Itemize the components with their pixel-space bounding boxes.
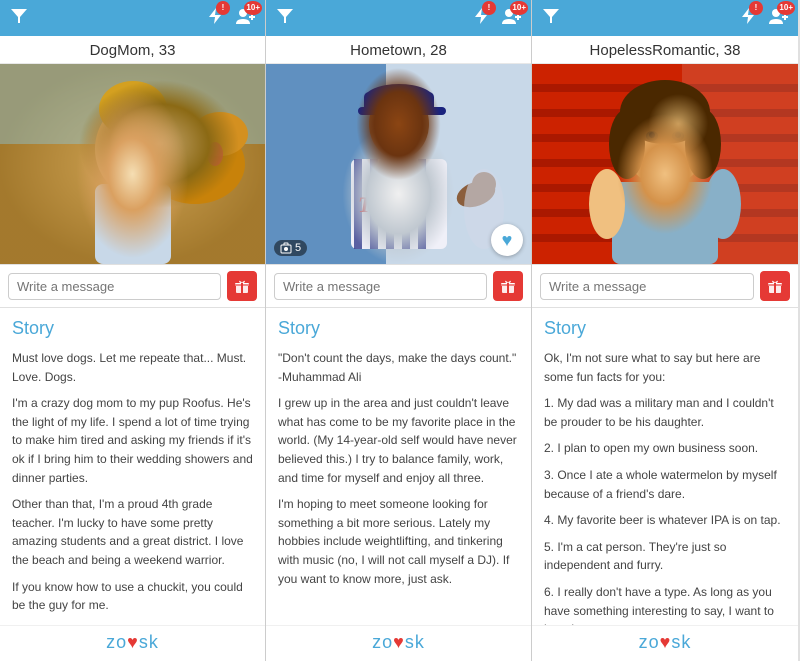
story-title: Story xyxy=(278,318,519,339)
filter-icon[interactable] xyxy=(542,7,560,30)
zoosk-footer: zo♥sk xyxy=(0,625,265,661)
zoosk-footer: zo♥sk xyxy=(532,625,798,661)
photo-count-badge: 5 xyxy=(274,240,307,256)
message-input[interactable] xyxy=(540,273,754,300)
top-bar-right-icons: ! 10+ xyxy=(740,7,788,30)
message-bar xyxy=(266,264,531,308)
story-paragraph: I'm hoping to meet someone looking for s… xyxy=(278,495,519,588)
profile-card-1: ! 10+ DogMom, 33 xyxy=(0,0,266,661)
story-paragraph: Ok, I'm not sure what to say but here ar… xyxy=(544,349,786,386)
message-bar xyxy=(532,264,798,308)
profile-photo[interactable]: Twins 5 ♥ xyxy=(266,64,531,264)
zoosk-heart: ♥ xyxy=(127,632,139,652)
zoosk-heart: ♥ xyxy=(660,632,672,652)
notification-badge-connections: 10+ xyxy=(510,1,528,15)
notification-badge-boost: ! xyxy=(216,1,230,15)
message-input[interactable] xyxy=(274,273,487,300)
story-paragraph: Must love dogs. Let me repeate that... M… xyxy=(12,349,253,386)
story-paragraph: 3. Once I ate a whole watermelon by myse… xyxy=(544,466,786,503)
story-title: Story xyxy=(12,318,253,339)
gift-button[interactable] xyxy=(760,271,790,301)
gift-button[interactable] xyxy=(493,271,523,301)
svg-text:Twins: Twins xyxy=(358,192,412,217)
notification-badge-connections: 10+ xyxy=(244,1,262,15)
story-paragraph: 6. I really don't have a type. As long a… xyxy=(544,583,786,625)
story-paragraph: "Don't count the days, make the days cou… xyxy=(278,349,519,386)
top-bar-right-icons: ! 10+ xyxy=(473,7,521,30)
story-paragraph: I grew up in the area and just couldn't … xyxy=(278,394,519,487)
message-input[interactable] xyxy=(8,273,221,300)
story-paragraph: I'm a crazy dog mom to my pup Roofus. He… xyxy=(12,394,253,487)
story-text: Must love dogs. Let me repeate that... M… xyxy=(12,349,253,615)
profile-name: Hometown, 28 xyxy=(266,36,531,64)
top-bar-right-icons: ! 10+ xyxy=(207,7,255,30)
boost-icon[interactable]: ! xyxy=(473,7,489,30)
add-connection-icon[interactable]: 10+ xyxy=(235,7,255,30)
notification-badge-boost: ! xyxy=(482,1,496,15)
story-area: Story "Don't count the days, make the day… xyxy=(266,308,531,625)
profile-card-3: ! 10+ HopelessRomantic, 38 xyxy=(532,0,798,661)
gift-button[interactable] xyxy=(227,271,257,301)
story-paragraph: Other than that, I'm a proud 4th grade t… xyxy=(12,495,253,569)
story-paragraph: 4. My favorite beer is whatever IPA is o… xyxy=(544,511,786,530)
top-bar: ! 10+ xyxy=(266,0,531,36)
profile-photo[interactable] xyxy=(0,64,265,264)
add-connection-icon[interactable]: 10+ xyxy=(501,7,521,30)
profile-card-2: ! 10+ Hometown, 28 xyxy=(266,0,532,661)
zoosk-logo: zo♥sk xyxy=(266,632,531,653)
message-bar xyxy=(0,264,265,308)
like-heart-button[interactable]: ♥ xyxy=(491,224,523,256)
zoosk-logo: zo♥sk xyxy=(0,632,265,653)
top-bar: ! 10+ xyxy=(532,0,798,36)
zoosk-heart: ♥ xyxy=(393,632,405,652)
add-connection-icon[interactable]: 10+ xyxy=(768,7,788,30)
filter-icon[interactable] xyxy=(10,7,28,30)
story-text: Ok, I'm not sure what to say but here ar… xyxy=(544,349,786,625)
story-paragraph: If you know how to use a chuckit, you co… xyxy=(12,578,253,615)
story-area: Story Must love dogs. Let me repeate that… xyxy=(0,308,265,625)
zoosk-footer: zo♥sk xyxy=(266,625,531,661)
filter-icon[interactable] xyxy=(276,7,294,30)
story-area: Story Ok, I'm not sure what to say but he… xyxy=(532,308,798,625)
top-bar: ! 10+ xyxy=(0,0,265,36)
notification-badge-connections: 10+ xyxy=(777,1,795,15)
photo-count-overlay: 5 xyxy=(274,240,307,256)
profile-photo[interactable] xyxy=(532,64,798,264)
zoosk-logo: zo♥sk xyxy=(532,632,798,653)
boost-icon[interactable]: ! xyxy=(207,7,223,30)
notification-badge-boost: ! xyxy=(749,1,763,15)
story-title: Story xyxy=(544,318,786,339)
profile-name: DogMom, 33 xyxy=(0,36,265,64)
story-paragraph: 2. I plan to open my own business soon. xyxy=(544,439,786,458)
story-text: "Don't count the days, make the days cou… xyxy=(278,349,519,588)
story-paragraph: 1. My dad was a military man and I could… xyxy=(544,394,786,431)
profile-name: HopelessRomantic, 38 xyxy=(532,36,798,64)
boost-icon[interactable]: ! xyxy=(740,7,756,30)
story-paragraph: 5. I'm a cat person. They're just so ind… xyxy=(544,538,786,575)
